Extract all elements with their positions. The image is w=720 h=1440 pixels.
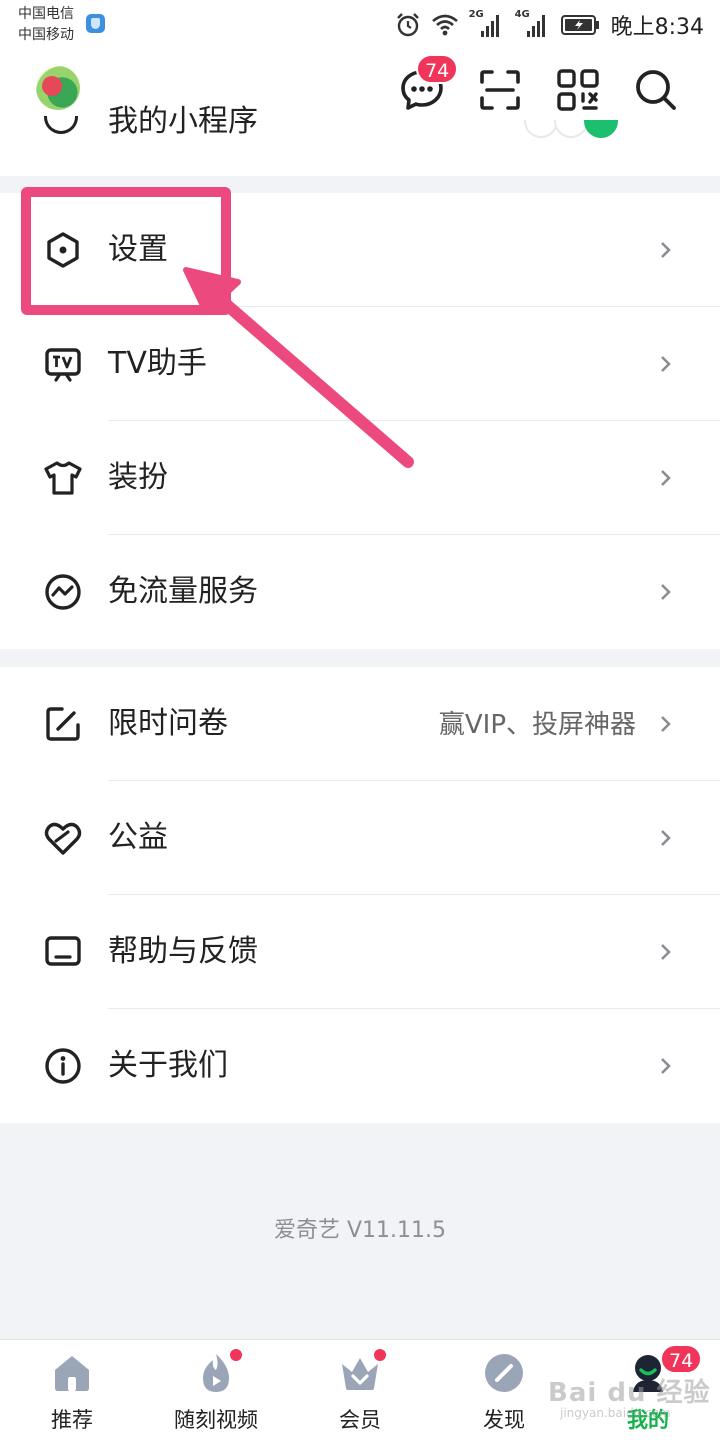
mini-program-label[interactable]: 我的小程序 [108, 102, 258, 142]
survey-hint: 赢VIP、投屏神器 [438, 710, 636, 740]
watermark-url: jingyan.baidu.com [560, 1406, 671, 1420]
menu-item-label: 帮助与反馈 [108, 934, 258, 969]
signal-4g-icon: 4G [515, 9, 551, 39]
feedback-icon [45, 936, 81, 966]
nav-suike-video[interactable]: 随刻视频 [144, 1340, 288, 1440]
clock: 晚上8:34 [610, 15, 704, 40]
info-icon [45, 1048, 81, 1084]
menu-item-label: 公益 [108, 820, 168, 855]
app-version: 爱奇艺 V11.11.5 [273, 1218, 446, 1243]
scan-button[interactable] [478, 68, 522, 112]
chevron-right-icon [661, 944, 671, 960]
status-bar: 中国电信 中国移动 2G 4G 晚上8:34 [0, 0, 720, 50]
chevron-right-icon [661, 356, 671, 372]
message-badge: 74 [416, 54, 459, 84]
search-icon [636, 70, 676, 110]
signal-2g-icon: 2G [469, 9, 505, 39]
chevron-right-icon [661, 830, 671, 846]
chevron-right-icon [661, 716, 671, 732]
mini-program-avatars [524, 120, 624, 140]
alarm-icon [396, 13, 419, 37]
menu-item-dress-up[interactable]: 装扮 [0, 421, 720, 535]
wave-circle-icon [45, 574, 81, 610]
menu-item-label: 免流量服务 [108, 574, 258, 609]
notification-dot [374, 1349, 386, 1361]
heart-icon [44, 822, 82, 855]
watermark-logo: Bai du 经验 [548, 1378, 711, 1408]
menu-item-survey[interactable]: 限时问卷 赢VIP、投屏神器 [0, 667, 720, 781]
battery-icon [560, 15, 599, 35]
nav-recommend[interactable]: 推荐 [0, 1340, 144, 1440]
annotation-highlight-box [21, 187, 231, 315]
chevron-right-icon [661, 242, 671, 258]
compass-icon [485, 1354, 523, 1392]
menu-item-help-feedback[interactable]: 帮助与反馈 [0, 895, 720, 1009]
scan-icon [480, 70, 520, 110]
menu-item-about-us[interactable]: 关于我们 [0, 1009, 720, 1123]
edit-icon [46, 707, 80, 741]
nav-label: 随刻视频 [174, 1408, 258, 1432]
menu-item-label: 限时问卷 [108, 706, 228, 741]
chevron-right-icon [661, 584, 671, 600]
nav-label: 会员 [339, 1408, 381, 1432]
profile-badge: 74 [660, 1344, 703, 1374]
menu-item-label: TV助手 [108, 346, 207, 381]
menu-group-2: 限时问卷 赢VIP、投屏神器 公益 帮助与反馈 关于我们 [0, 667, 720, 1123]
chevron-right-icon [661, 470, 671, 486]
status-icons: 2G 4G 晚上8:34 [395, 9, 704, 40]
menu-item-label: 关于我们 [108, 1048, 228, 1083]
qrcode-button[interactable] [556, 68, 600, 112]
tv-icon [45, 348, 81, 382]
profile-header: 74 我的小程序 [0, 50, 720, 176]
mini-program-icon [44, 116, 78, 134]
notification-dot [230, 1349, 242, 1361]
menu-item-tv-assistant[interactable]: TV助手 [0, 307, 720, 421]
tshirt-icon [44, 461, 82, 495]
wifi-icon [431, 14, 458, 36]
chevron-right-icon [661, 1058, 671, 1074]
home-icon [55, 1356, 89, 1391]
carrier-1: 中国电信 [18, 6, 74, 22]
shield-icon [86, 14, 105, 33]
search-button[interactable] [634, 68, 678, 112]
nav-vip[interactable]: 会员 [288, 1340, 432, 1440]
carrier-2: 中国移动 [18, 27, 74, 43]
menu-item-label: 装扮 [108, 460, 168, 495]
qrcode-icon [557, 69, 599, 111]
menu-item-free-data[interactable]: 免流量服务 [0, 535, 720, 649]
nav-label: 推荐 [51, 1408, 93, 1432]
avatar[interactable] [36, 66, 80, 110]
menu-item-charity[interactable]: 公益 [0, 781, 720, 895]
carrier-info: 中国电信 中国移动 [18, 4, 74, 46]
